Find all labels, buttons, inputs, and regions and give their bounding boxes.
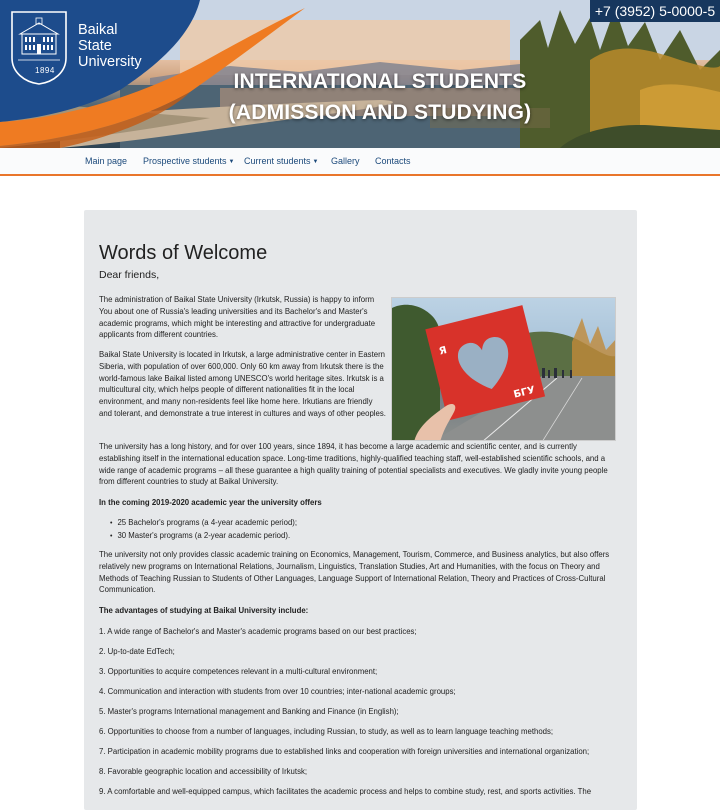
students-photo: Я БГУ [391, 297, 616, 441]
nav-current-students[interactable]: Current students ▼ [244, 148, 319, 174]
phone-number[interactable]: +7 (3952) 5-0000-5 [590, 0, 720, 22]
intro-paragraph: The administration of Baikal State Unive… [99, 295, 376, 340]
list-item: 9. A comfortable and well-equipped campu… [99, 787, 592, 796]
history-paragraph: The university has a long history, and f… [99, 442, 608, 487]
nav-item-label: Current students [244, 156, 311, 166]
list-item: 5. Master's programs International manag… [99, 707, 399, 716]
nav-prospective-students[interactable]: Prospective students ▼ [143, 148, 235, 174]
students-frame-image: Я БГУ [392, 304, 615, 440]
list-item: 8. Favorable geographic location and acc… [99, 767, 308, 776]
nav-item-label: Main page [85, 156, 128, 166]
list-item: 4. Communication and interaction with st… [99, 687, 456, 696]
list-item: 1. A wide range of Bachelor's and Master… [99, 627, 417, 636]
nav-item-label: Contacts [375, 156, 411, 166]
caret-down-icon: ▼ [312, 159, 319, 165]
advantages-heading: The advantages of studying at Baikal Uni… [99, 606, 309, 615]
list-item: 3. Opportunities to acquire competences … [99, 667, 378, 676]
list-item: 25 Bachelor's programs (a 4-year academi… [110, 517, 297, 530]
offers-list: 25 Bachelor's programs (a 4-year academi… [110, 517, 297, 543]
page-title: Words of Welcome [99, 242, 268, 264]
founding-year: 1894 [35, 66, 55, 75]
list-item: 2. Up-to-date EdTech; [99, 647, 175, 656]
list-item: 7. Participation in academic mobility pr… [99, 747, 590, 756]
nav-item-label: Gallery [331, 156, 360, 166]
university-logo[interactable]: Baikal State University 1894 [10, 10, 150, 86]
nav-contacts[interactable]: Contacts [375, 148, 411, 174]
greeting: Dear friends, [99, 269, 160, 281]
nav-gallery[interactable]: Gallery [331, 148, 360, 174]
programs-paragraph: The university not only provides classic… [99, 550, 610, 595]
nav-item-label: Prospective students [143, 156, 227, 166]
page-hero-title: INTERNATIONAL STUDENTS (ADMISSION AND ST… [228, 70, 532, 124]
main-navigation: Main page Prospective students ▼ Current … [0, 148, 720, 176]
list-item: 6. Opportunities to choose from a number… [99, 727, 554, 736]
list-item: 30 Master's programs (a 2-year academic … [110, 530, 297, 543]
university-name: Baikal State University [78, 22, 142, 70]
caret-down-icon: ▼ [228, 159, 235, 165]
offers-heading: In the coming 2019-2020 academic year th… [99, 498, 322, 507]
header-banner: Baikal State University 1894 +7 (3952) 5… [0, 0, 720, 148]
location-paragraph: Baikal State University is located in Ir… [99, 350, 386, 418]
nav-main-page[interactable]: Main page [85, 148, 127, 174]
